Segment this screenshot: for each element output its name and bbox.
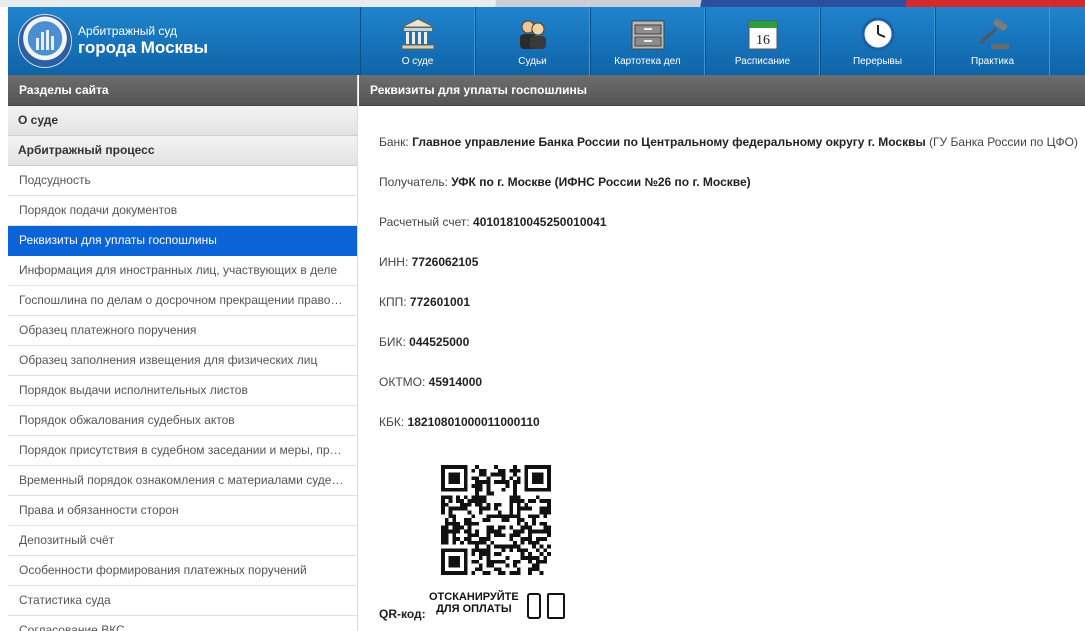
- site-header: Арбитражный суд города Москвы О суде Суд…: [8, 7, 1085, 75]
- sidebar-section-process[interactable]: Арбитражный процесс: [8, 136, 357, 166]
- bank-name: Главное управление Банка России по Центр…: [412, 135, 926, 149]
- file-cabinet-icon: [631, 20, 664, 50]
- flag-decoration: [445, 0, 1085, 7]
- recipient-row: Получатель: УФК по г. Москве (ИФНС Росси…: [379, 175, 751, 189]
- sidebar-section-about[interactable]: О суде: [8, 106, 357, 136]
- kbk-row: КБК: 18210801000011000110: [379, 415, 540, 429]
- inn-row: ИНН: 7726062105: [379, 255, 478, 269]
- clock-icon: [861, 17, 894, 51]
- sidebar: Разделы сайта О суде Арбитражный процесс…: [8, 75, 358, 631]
- kpp-value: 772601001: [409, 295, 470, 309]
- nav-about-label: О суде: [401, 56, 434, 67]
- sidebar-item-statistics[interactable]: Статистика суда: [8, 586, 357, 616]
- recipient-value: УФК по г. Москве (ИФНС России №26 по г. …: [451, 175, 751, 189]
- scan-line1: ОТСКАНИРУЙТЕ: [429, 591, 519, 603]
- nav-practice[interactable]: Практика: [935, 7, 1050, 75]
- nav-schedule[interactable]: 16 Расписание: [705, 7, 820, 75]
- account-value: 40101810045250010041: [473, 215, 607, 229]
- nav-case-file[interactable]: Картотека дел: [590, 7, 705, 75]
- bik-label: БИК:: [379, 335, 406, 349]
- court-title: Арбитражный суд города Москвы: [78, 24, 208, 58]
- nav-practice-label: Практика: [970, 56, 1015, 67]
- nav-breaks[interactable]: Перерывы: [820, 7, 935, 75]
- courthouse-icon: [401, 18, 434, 50]
- site-logo-link[interactable]: Арбитражный суд города Москвы: [8, 7, 358, 75]
- sidebar-item-payment-order-sample[interactable]: Образец платежного поручения: [8, 316, 357, 346]
- calendar-icon: 16: [748, 20, 777, 50]
- scan-line2: ДЛЯ ОПЛАТЫ: [436, 603, 512, 615]
- sidebar-item-appeal-procedure[interactable]: Порядок обжалования судебных актов: [8, 406, 357, 436]
- nav-breaks-label: Перерывы: [852, 56, 903, 67]
- bank-label: Банк:: [379, 135, 409, 149]
- scan-to-pay: ОТСКАНИРУЙТЕ ДЛЯ ОПЛАТЫ: [429, 591, 519, 615]
- sidebar-item-deposit-account[interactable]: Депозитный счёт: [8, 526, 357, 556]
- page-title: Реквизиты для уплаты госпошлины: [359, 75, 1085, 106]
- sidebar-item-case-materials[interactable]: Временный порядок ознакомления с материа…: [8, 466, 357, 496]
- main-nav: О суде Судьи Картотека дел 16 Расписание…: [360, 7, 1050, 75]
- gavel-icon: [978, 18, 1009, 49]
- nav-schedule-label: Расписание: [734, 56, 791, 67]
- sidebar-item-attendance-procedure[interactable]: Порядок присутствия в судебном заседании…: [8, 436, 357, 466]
- account-label: Расчетный счет:: [379, 215, 470, 229]
- nav-judges[interactable]: Судьи: [475, 7, 590, 75]
- oktmo-value: 45914000: [428, 375, 483, 389]
- sidebar-item-jurisdiction[interactable]: Подсудность: [8, 166, 357, 196]
- bik-value: 044525000: [409, 335, 470, 349]
- bank-short: (ГУ Банка России по ЦФО): [929, 135, 1078, 149]
- qr-caption: QR-код: ОТСКАНИРУЙТЕ ДЛЯ ОПЛАТЫ: [379, 591, 579, 623]
- kpp-label: КПП:: [379, 295, 407, 309]
- court-emblem-icon: [18, 14, 72, 68]
- sidebar-item-fee-early-termination[interactable]: Госпошлина по делам о досрочном прекраще…: [8, 286, 357, 316]
- sidebar-item-notice-sample[interactable]: Образец заполнения извещения для физичес…: [8, 346, 357, 376]
- sidebar-title: Разделы сайта: [8, 75, 357, 106]
- nav-case-file-label: Картотека дел: [614, 56, 681, 67]
- court-title-line1: Арбитражный суд: [78, 24, 178, 38]
- kpp-row: КПП: 772601001: [379, 295, 470, 309]
- sidebar-item-filing-procedure[interactable]: Порядок подачи документов: [8, 196, 357, 226]
- bik-row: БИК: 044525000: [379, 335, 469, 349]
- kbk-value: 18210801000011000110: [407, 415, 540, 429]
- judges-icon: [519, 20, 546, 49]
- sidebar-item-payment-orders-features[interactable]: Особенности формирования платежных поруч…: [8, 556, 357, 586]
- qr-label: QR-код:: [379, 607, 426, 621]
- calendar-day: 16: [756, 33, 770, 48]
- sidebar-item-foreign-persons[interactable]: Информация для иностранных лиц, участвую…: [8, 256, 357, 286]
- account-row: Расчетный счет: 40101810045250010041: [379, 215, 607, 229]
- oktmo-label: ОКТМО:: [379, 375, 426, 389]
- recipient-label: Получатель:: [379, 175, 448, 189]
- sidebar-item-rights-duties[interactable]: Права и обязанности сторон: [8, 496, 357, 526]
- top-strip: [0, 0, 1085, 7]
- bank-row: Банк: Главное управление Банка России по…: [379, 135, 1078, 149]
- main-content: Реквизиты для уплаты госпошлины Банк: Гл…: [359, 75, 1085, 631]
- oktmo-row: ОКТМО: 45914000: [379, 375, 482, 389]
- payment-terminal-icon: [547, 593, 565, 619]
- sidebar-item-fee-details[interactable]: Реквизиты для уплаты госпошлины: [8, 226, 357, 256]
- inn-label: ИНН:: [379, 255, 409, 269]
- court-title-line2: города Москвы: [78, 38, 209, 57]
- sidebar-item-vks-approval[interactable]: Согласование ВКС: [8, 616, 357, 631]
- inn-value: 7726062105: [411, 255, 479, 269]
- nav-about[interactable]: О суде: [360, 7, 475, 75]
- nav-judges-label: Судьи: [518, 56, 547, 67]
- payment-qr-code: [441, 465, 551, 575]
- kbk-label: КБК:: [379, 415, 405, 429]
- smartphone-icon: [527, 593, 541, 619]
- sidebar-item-writs-issuance[interactable]: Порядок выдачи исполнительных листов: [8, 376, 357, 406]
